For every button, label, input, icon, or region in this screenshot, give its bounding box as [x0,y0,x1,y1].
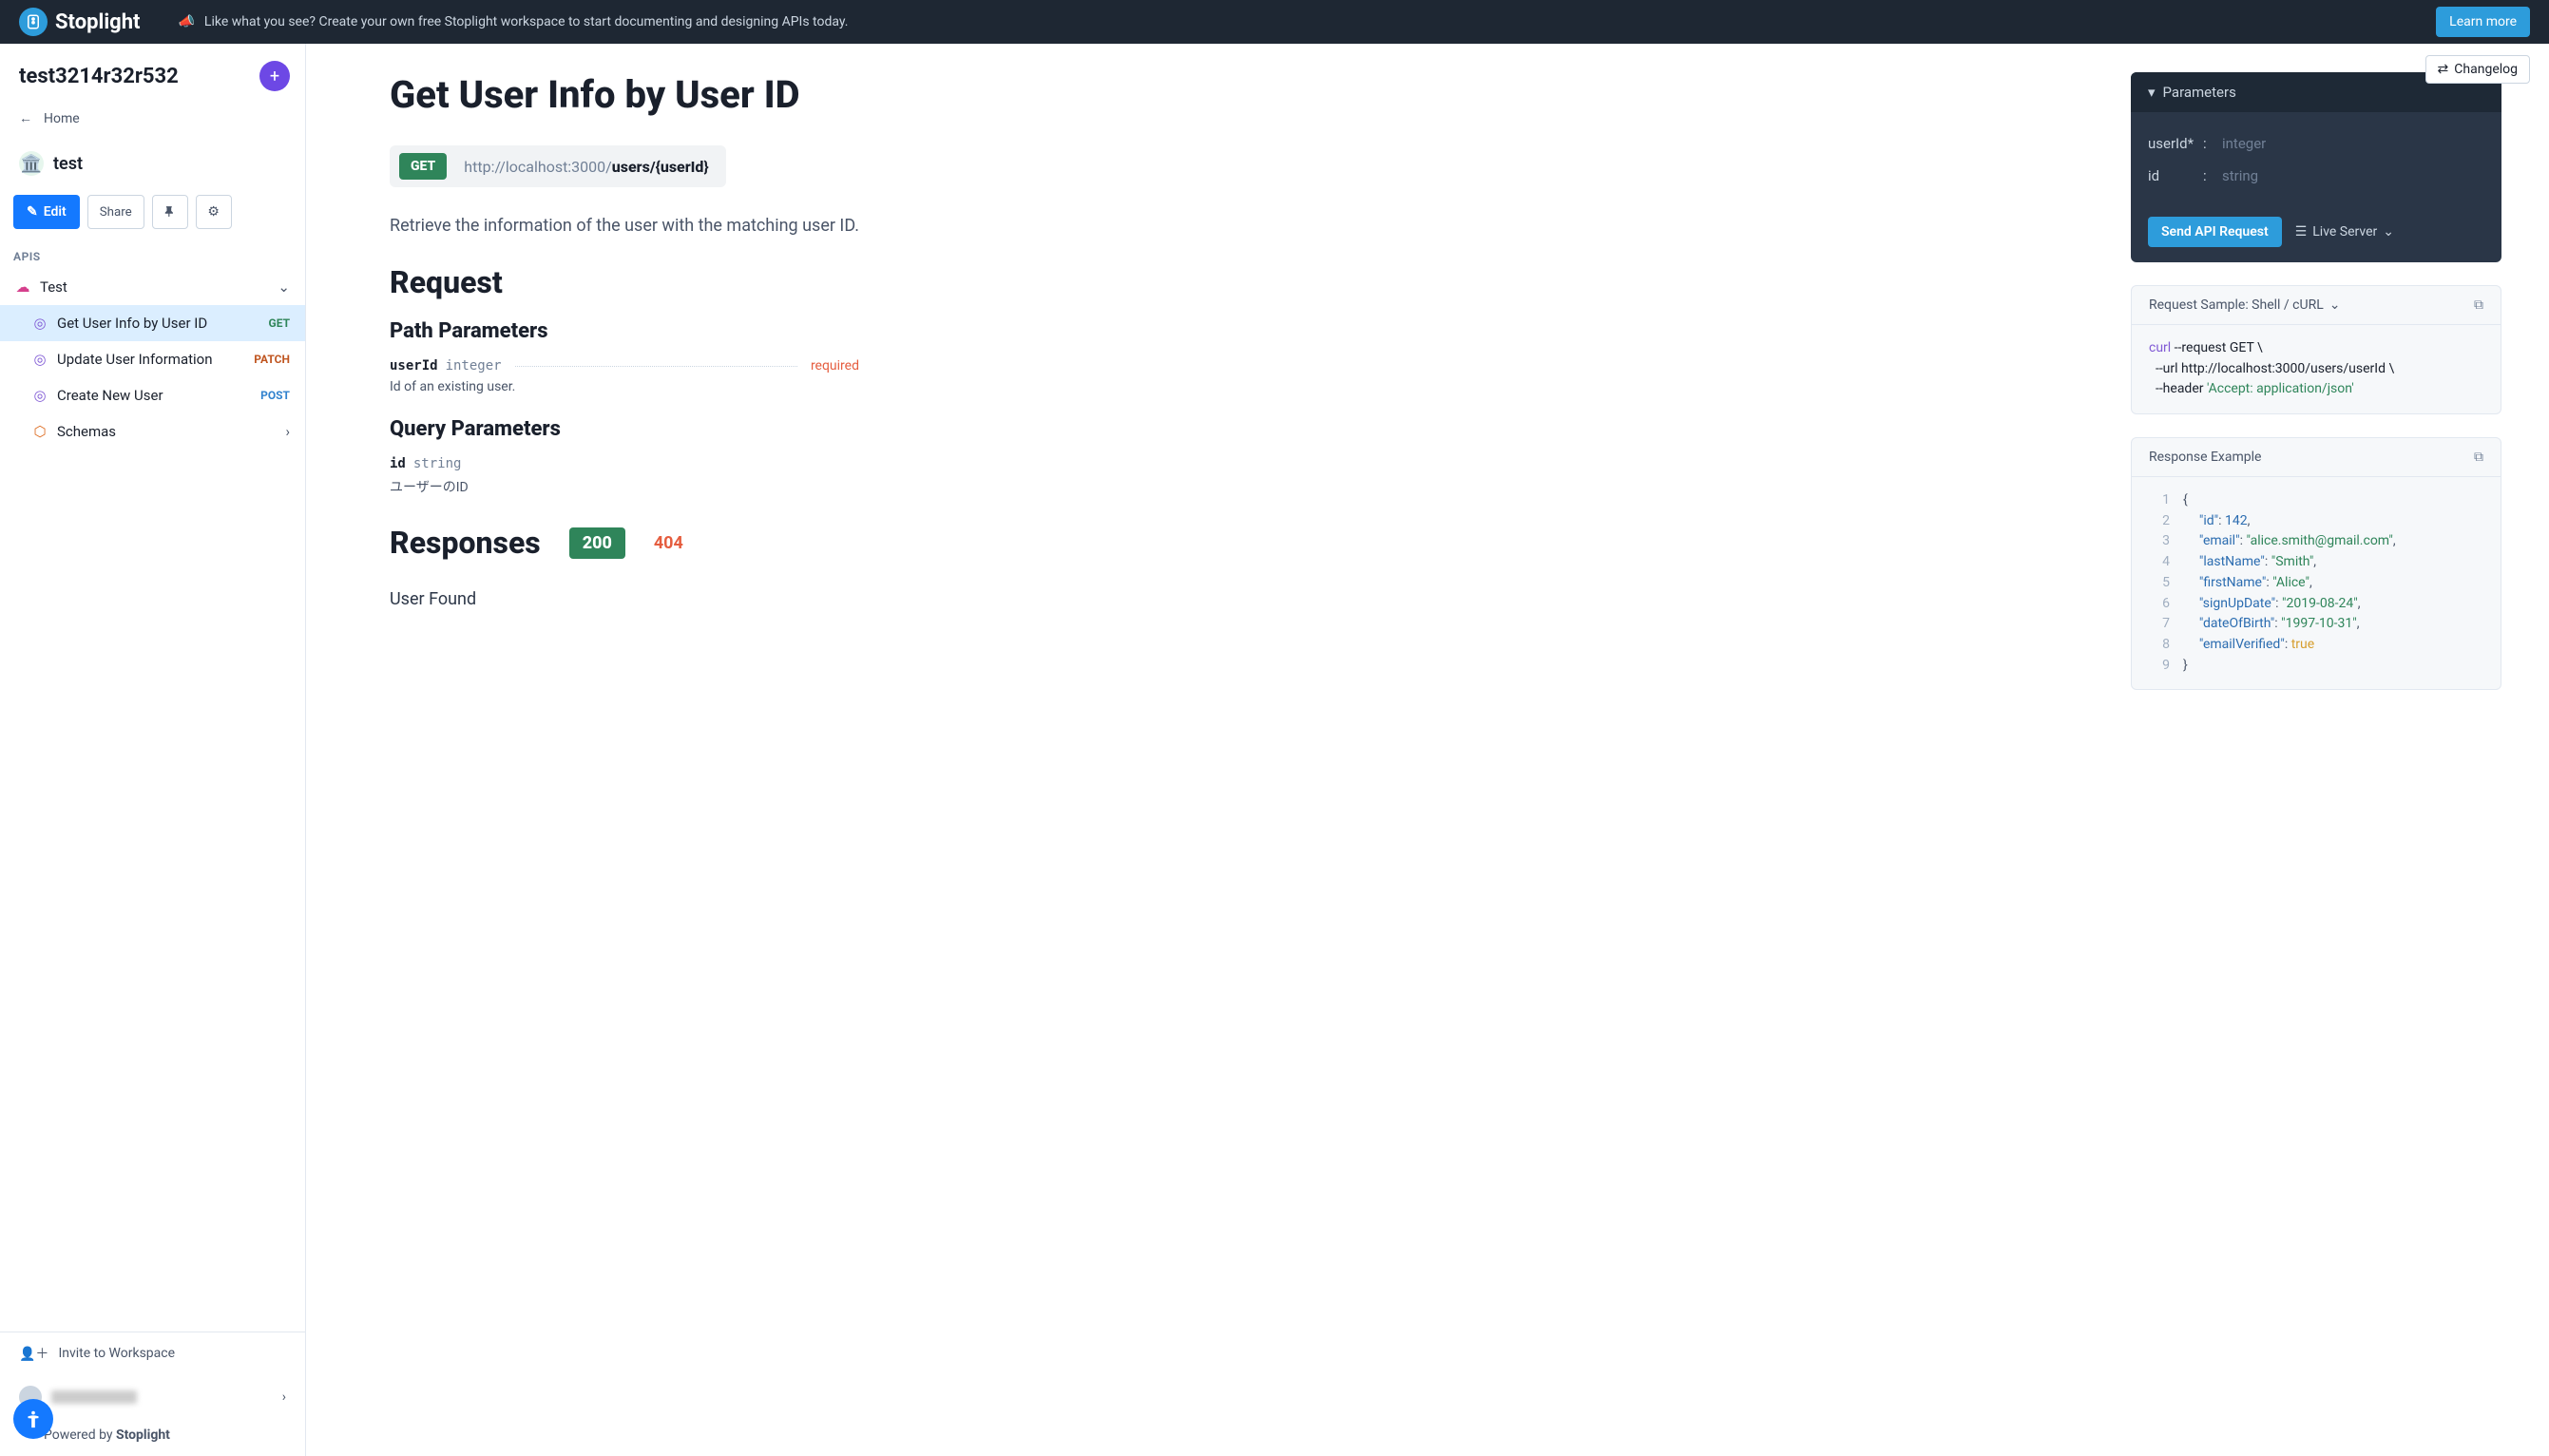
send-api-request-button[interactable]: Send API Request [2148,217,2282,247]
response-example-panel: Response Example ⧉ 1{ 2 "id": 142, 3 "em… [2131,437,2501,690]
response-404-tab[interactable]: 404 [654,533,683,553]
learn-more-button[interactable]: Learn more [2436,7,2530,37]
server-dropdown[interactable]: ☰ Live Server ⌄ [2295,224,2394,239]
apis-section-label: APIS [0,246,305,269]
main-content: ⇄ Changelog Get User Info by User ID GET… [306,44,2549,1456]
try-param-id[interactable]: id:string [2148,160,2484,192]
add-button[interactable]: + [259,61,290,91]
server-icon: ☰ [2295,224,2308,239]
accessibility-icon [23,1408,44,1429]
endpoint-get-user[interactable]: ◎ Get User Info by User ID GET [0,305,305,341]
endpoint-create-user[interactable]: ◎ Create New User POST [0,377,305,413]
method-badge: GET [399,153,447,180]
caret-down-icon: ▾ [2148,84,2156,101]
endpoint-box: GET http://localhost:3000/users/{userId} [390,145,726,187]
chevron-right-icon: › [282,1389,286,1405]
pin-button[interactable] [152,195,188,229]
query-params-heading: Query Parameters [390,417,859,441]
schemas-row[interactable]: ⬡ Schemas › [0,413,305,450]
share-button[interactable]: Share [87,195,144,229]
banner-message: 📣 Like what you see? Create your own fre… [178,14,848,29]
chevron-down-icon: ⌄ [2329,297,2341,313]
target-icon: ◎ [32,316,48,331]
response-title: User Found [390,589,859,609]
path-param-userId: userId integer required Id of an existin… [390,358,859,394]
target-icon: ◎ [32,388,48,403]
invite-workspace[interactable]: 👤＋ Invite to Workspace [0,1332,305,1374]
project-row[interactable]: 🏛️ test [0,140,305,187]
schema-icon: ⬡ [32,424,48,439]
query-param-id: id string ユーザーのID [390,456,859,496]
endpoint-url: http://localhost:3000/users/{userId} [464,158,708,176]
pin-icon [163,205,177,219]
path-params-heading: Path Parameters [390,319,859,343]
request-heading: Request [390,264,859,300]
endpoint-description: Retrieve the information of the user wit… [390,216,859,236]
settings-button[interactable]: ⚙ [196,195,232,229]
sidebar: test3214r32r532 + ← Home 🏛️ test ✎ Edit … [0,44,306,1456]
user-plus-icon: 👤＋ [19,1344,48,1363]
back-arrow-icon: ← [19,110,32,126]
home-link[interactable]: ← Home [0,101,305,140]
request-sample-label[interactable]: Request Sample: Shell / cURL [2149,297,2324,313]
accessibility-button[interactable] [13,1399,53,1439]
project-icon: 🏛️ [19,151,44,176]
chevron-right-icon: › [285,423,290,440]
chevron-down-icon: ⌄ [2383,224,2394,239]
workspace-name: test3214r32r532 [19,65,179,88]
stoplight-logo-icon [19,8,48,36]
target-icon: ◎ [32,352,48,367]
user-name-redacted [51,1390,137,1404]
request-sample-code: curl --request GET \ --url http://localh… [2132,325,2501,413]
endpoint-update-user[interactable]: ◎ Update User Information PATCH [0,341,305,377]
changelog-button[interactable]: ⇄ Changelog [2425,55,2530,84]
edit-button[interactable]: ✎ Edit [13,195,80,229]
response-example-label: Response Example [2149,450,2261,465]
api-root[interactable]: ☁ Test ⌄ [0,269,305,305]
request-sample-panel: Request Sample: Shell / cURL ⌄ ⧉ curl --… [2131,285,2501,414]
chevron-down-icon: ⌄ [278,278,290,296]
responses-heading: Responses [390,525,541,561]
gear-icon: ⚙ [207,204,220,220]
megaphone-icon: 📣 [178,14,194,29]
response-200-tab[interactable]: 200 [569,527,625,559]
response-example-code: 1{ 2 "id": 142, 3 "email": "alice.smith@… [2132,477,2501,689]
parameters-panel: ▾ Parameters userId*:integer id:string S… [2131,72,2501,262]
top-banner: Stoplight 📣 Like what you see? Create yo… [0,0,2549,44]
cloud-icon: ☁ [15,279,30,295]
brand-logo: Stoplight [19,8,140,36]
copy-icon[interactable]: ⧉ [2474,450,2483,465]
swap-icon: ⇄ [2438,62,2449,77]
try-param-userId[interactable]: userId*:integer [2148,127,2484,160]
copy-icon[interactable]: ⧉ [2474,297,2483,313]
pencil-icon: ✎ [27,204,38,220]
page-title: Get User Info by User ID [390,72,859,117]
